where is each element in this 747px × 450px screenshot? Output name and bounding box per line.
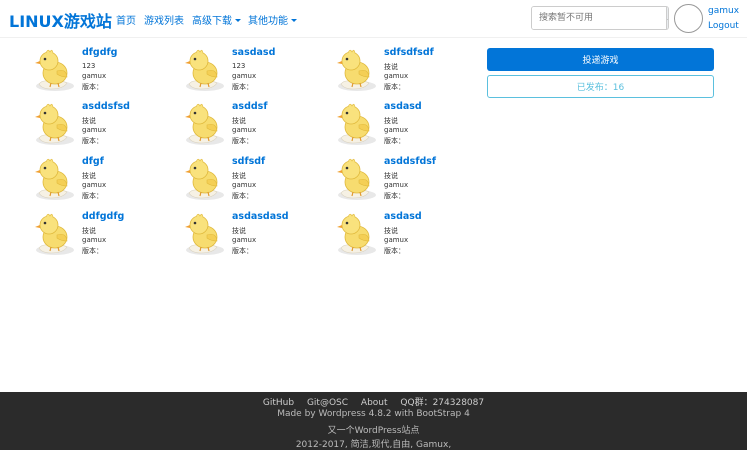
game-author: gamux [232,72,257,80]
submit-game-button[interactable]: 投递游戏 [487,48,714,71]
game-card: sdfsdf 技说 gamux 版本： [183,155,323,205]
avatar[interactable] [674,4,703,33]
game-thumbnail[interactable] [335,46,381,92]
game-thumbnail[interactable] [183,210,229,256]
game-version: 版本： [82,137,103,145]
game-author: gamux [82,72,107,80]
game-author: gamux [384,126,409,134]
game-title-link[interactable]: sasdasd [232,47,275,58]
game-card: asddsfdsf 技说 gamux 版本： [335,155,475,205]
game-card: sdfsdfsdf 技说 gamux 版本： [335,46,475,96]
game-description: 技说 [82,172,96,180]
game-thumbnail[interactable] [33,155,79,201]
game-title-link[interactable]: asddsfdsf [384,156,436,167]
game-title-link[interactable]: dfgdfg [82,47,117,58]
game-card: asddsf 技说 gamux 版本： [183,100,323,150]
game-version: 版本： [384,192,405,200]
game-description: 123 [82,62,96,70]
game-title-link[interactable]: asdasd [384,211,422,222]
nav-advanced-download[interactable]: 高级下载 [192,12,241,27]
user-name-link[interactable]: gamux [708,6,739,16]
game-description: 技说 [384,227,398,235]
game-description: 技说 [384,63,398,71]
game-card: sasdasd 123 gamux 版本： [183,46,323,96]
published-count-badge: 已发布：16 [487,75,714,98]
footer-links: GitHub Git@OSC About QQ群：274328087 [0,395,747,408]
game-thumbnail[interactable] [335,100,381,146]
game-version: 版本： [232,192,253,200]
footer-link-github[interactable]: GitHub [263,398,294,408]
chevron-down-icon [291,19,297,22]
game-author: gamux [384,72,409,80]
chevron-down-icon [235,19,241,22]
footer-link-git-osc[interactable]: Git@OSC [307,398,348,408]
game-version: 版本： [232,247,253,255]
game-thumbnail[interactable] [33,210,79,256]
game-title-link[interactable]: sdfsdf [232,156,265,167]
game-title-link[interactable]: ddfgdfg [82,211,124,222]
game-thumbnail[interactable] [183,46,229,92]
game-title-link[interactable]: sdfsdfsdf [384,47,434,58]
game-thumbnail[interactable] [183,155,229,201]
footer-qq-group: QQ群：274328087 [400,398,485,408]
search-input[interactable] [532,7,666,29]
game-version: 版本： [82,247,103,255]
game-description: 技说 [384,172,398,180]
game-thumbnail[interactable] [335,155,381,201]
game-card: dfgdfg 123 gamux 版本： [33,46,173,96]
nav-home[interactable]: 首页 [116,12,136,27]
game-author: gamux [82,236,107,244]
game-thumbnail[interactable] [33,46,79,92]
game-thumbnail[interactable] [335,210,381,256]
game-version: 版本： [384,83,405,91]
nav-game-list[interactable]: 游戏列表 [144,12,184,27]
game-card: asdasd 技说 gamux 版本： [335,210,475,260]
game-card: asddsfsd 技说 gamux 版本： [33,100,173,150]
game-thumbnail[interactable] [183,100,229,146]
game-description: 技说 [232,172,246,180]
game-author: gamux [384,236,409,244]
game-author: gamux [232,236,257,244]
game-author: gamux [384,181,409,189]
game-version: 版本： [82,83,103,91]
navbar: LINUX游戏站 首页 游戏列表 高级下载 其他功能 寻 gamux Logou… [0,0,747,38]
game-version: 版本： [232,137,253,145]
logout-link[interactable]: Logout [708,21,739,31]
game-title-link[interactable]: asddsfsd [82,101,130,112]
game-title-link[interactable]: asddsf [232,101,267,112]
game-description: 123 [232,62,246,70]
game-card: ddfgdfg 技说 gamux 版本： [33,210,173,260]
game-title-link[interactable]: asdasd [384,101,422,112]
game-thumbnail[interactable] [33,100,79,146]
game-description: 技说 [82,117,96,125]
game-card: asdasdasd 技说 gamux 版本： [183,210,323,260]
game-author: gamux [82,126,107,134]
footer-site-tagline: 又一个WordPress站点 [327,426,420,436]
game-card: dfgf 技说 gamux 版本： [33,155,173,205]
game-author: gamux [232,126,257,134]
game-description: 技说 [384,117,398,125]
site-brand[interactable]: LINUX游戏站 [9,8,112,32]
nav-other-features[interactable]: 其他功能 [248,12,297,27]
footer-link-about[interactable]: About [361,398,388,408]
game-card: asdasd 技说 gamux 版本： [335,100,475,150]
footer: GitHub Git@OSC About QQ群：274328087 Made … [0,392,747,450]
game-description: 技说 [232,227,246,235]
footer-copyright: 2012-2017, 简洁,现代,自由, Gamux, [295,440,452,450]
game-title-link[interactable]: asdasdasd [232,211,289,222]
game-author: gamux [232,181,257,189]
game-title-link[interactable]: dfgf [82,156,104,167]
search-form: 寻 [531,6,669,30]
search-button[interactable]: 寻 [666,7,668,29]
game-author: gamux [82,181,107,189]
game-version: 版本： [232,83,253,91]
game-description: 技说 [82,227,96,235]
game-version: 版本： [384,137,405,145]
game-version: 版本： [384,247,405,255]
footer-made-by: Made by Wordpress 4.8.2 with BootStrap 4 [277,409,470,419]
game-description: 技说 [232,117,246,125]
game-version: 版本： [82,192,103,200]
